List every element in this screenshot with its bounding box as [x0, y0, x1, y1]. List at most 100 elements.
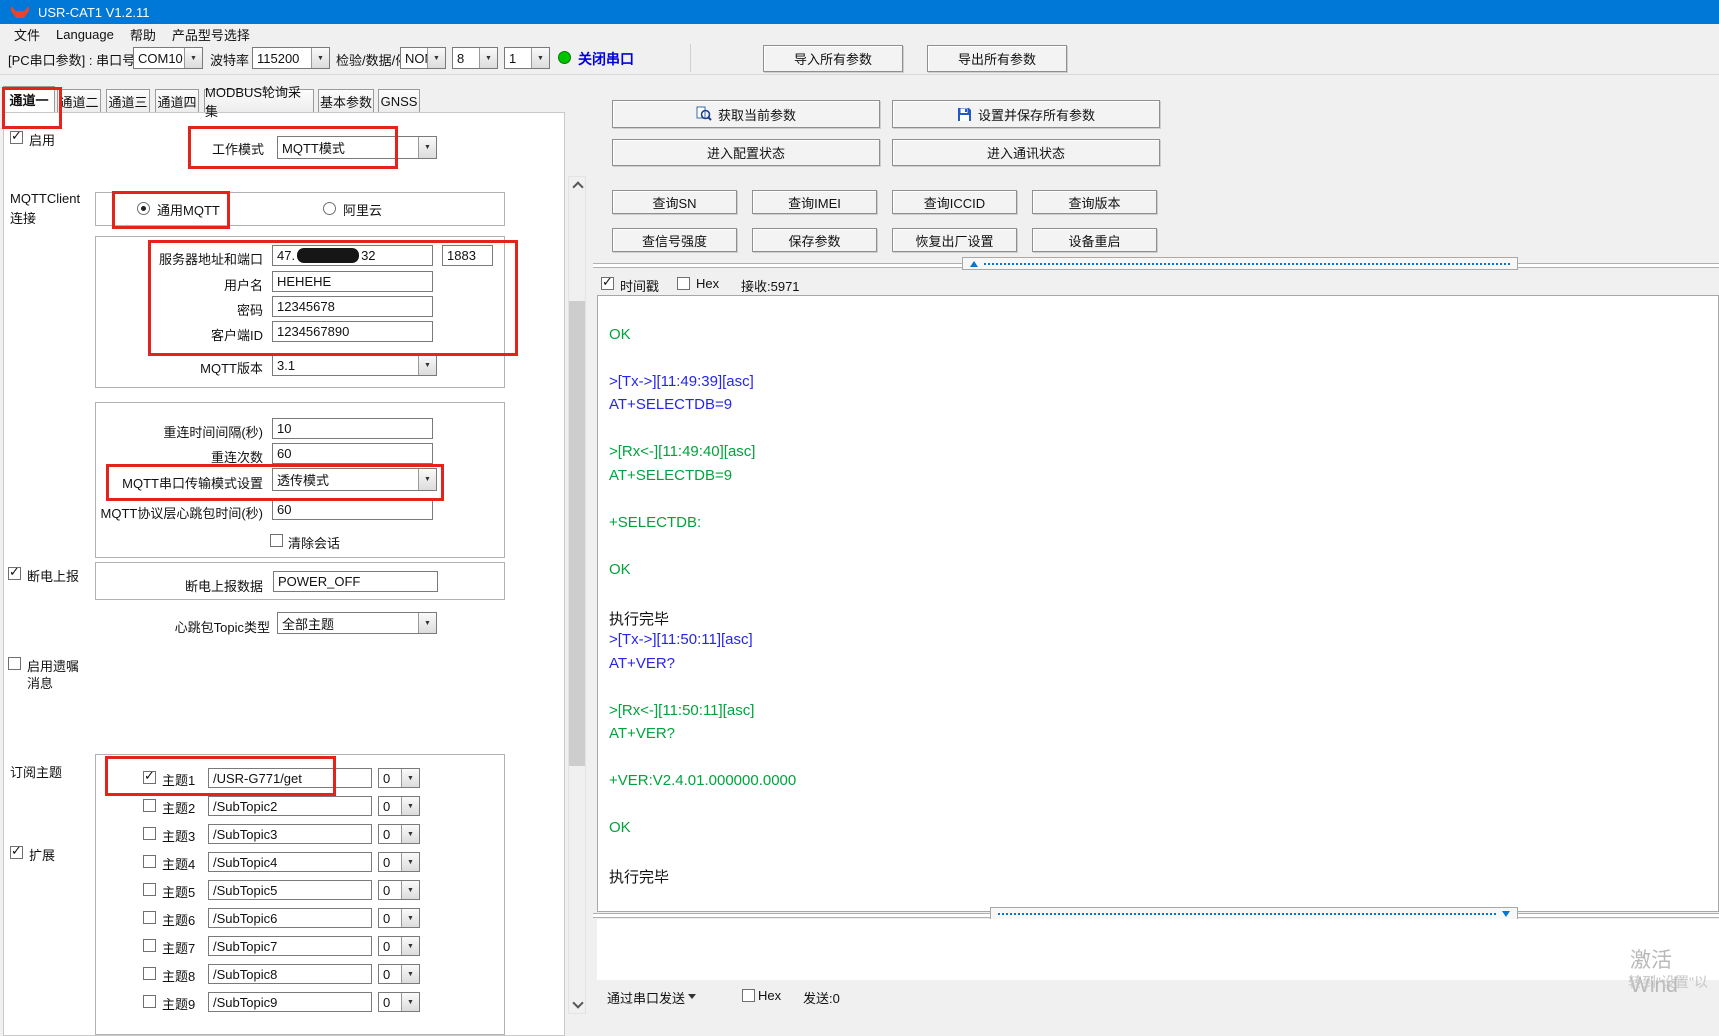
- app-logo-icon: [10, 5, 30, 20]
- username-input[interactable]: HEHEHE: [272, 271, 433, 292]
- databits-select[interactable]: 8▼: [452, 47, 498, 69]
- query-sn-button[interactable]: 查询SN: [612, 190, 737, 214]
- set-save-params-button[interactable]: 设置并保存所有参数: [892, 100, 1160, 128]
- baud-select[interactable]: 115200▼: [252, 47, 330, 69]
- enter-comm-button[interactable]: 进入通讯状态: [892, 139, 1160, 166]
- log-line: >[Rx<-][11:50:11][asc]: [609, 702, 1718, 726]
- scroll-down-icon[interactable]: [572, 997, 583, 1008]
- topic-qos-select[interactable]: 0▼: [378, 880, 420, 900]
- log-line: [609, 584, 1718, 608]
- topic-label: 主题5: [162, 882, 195, 901]
- topic-input[interactable]: /USR-G771/get: [208, 768, 372, 788]
- generic-mqtt-radio[interactable]: [137, 202, 150, 215]
- aliyun-radio[interactable]: [323, 202, 336, 215]
- topic-checkbox[interactable]: [143, 883, 156, 896]
- device-restart-button[interactable]: 设备重启: [1032, 228, 1157, 252]
- topic-input[interactable]: /SubTopic5: [208, 880, 372, 900]
- topic-qos-select[interactable]: 0▼: [378, 936, 420, 956]
- menu-product-model[interactable]: 产品型号选择: [164, 25, 258, 44]
- menu-file[interactable]: 文件: [6, 25, 48, 44]
- power-report-checkbox[interactable]: [8, 567, 21, 580]
- tab-1[interactable]: 通道一: [3, 86, 55, 112]
- factory-reset-button[interactable]: 恢复出厂设置: [892, 228, 1017, 252]
- left-panel-scrollbar[interactable]: [568, 176, 586, 1014]
- timestamp-checkbox[interactable]: [601, 277, 614, 290]
- menu-help[interactable]: 帮助: [122, 25, 164, 44]
- send-dropdown-arrow-icon[interactable]: [688, 994, 696, 999]
- topic-qos-select[interactable]: 0▼: [378, 796, 420, 816]
- topic-qos-select[interactable]: 0▼: [378, 852, 420, 872]
- topic-checkbox[interactable]: [143, 967, 156, 980]
- topic-input[interactable]: /SubTopic6: [208, 908, 372, 928]
- import-params-button[interactable]: 导入所有参数: [763, 45, 903, 72]
- timestamp-label: 时间戳: [620, 276, 659, 295]
- topic-checkbox[interactable]: [143, 995, 156, 1008]
- topic-input[interactable]: /SubTopic3: [208, 824, 372, 844]
- mqtt-version-select[interactable]: 3.1▼: [272, 354, 437, 376]
- scroll-up-icon[interactable]: [572, 181, 583, 192]
- tab-3[interactable]: 通道三: [106, 89, 150, 112]
- tab-4[interactable]: 通道四: [155, 89, 199, 112]
- send-hex-checkbox[interactable]: [742, 989, 755, 1002]
- topic-checkbox[interactable]: [143, 799, 156, 812]
- topic-qos-select[interactable]: 0▼: [378, 768, 420, 788]
- query-imei-button[interactable]: 查询IMEI: [752, 190, 877, 214]
- enable-checkbox[interactable]: [10, 131, 23, 144]
- parity-select[interactable]: NONI▼: [400, 47, 446, 69]
- top-splitter-handle[interactable]: [962, 257, 1518, 270]
- topic-input[interactable]: /SubTopic4: [208, 852, 372, 872]
- topic-checkbox[interactable]: [143, 827, 156, 840]
- query-iccid-button[interactable]: 查询ICCID: [892, 190, 1017, 214]
- send-input-area[interactable]: [597, 919, 1719, 980]
- heartbeat-topic-select[interactable]: 全部主题▼: [277, 612, 437, 634]
- get-params-button[interactable]: 获取当前参数: [612, 100, 880, 128]
- server-port-input[interactable]: 1883: [442, 245, 493, 266]
- tab-2[interactable]: 通道二: [57, 89, 101, 112]
- scrollbar-thumb[interactable]: [569, 301, 585, 766]
- close-port-button[interactable]: 关闭串口: [578, 49, 634, 69]
- query-signal-button[interactable]: 查信号强度: [612, 228, 737, 252]
- stopbits-select[interactable]: 1▼: [504, 47, 550, 69]
- client-id-input[interactable]: 1234567890: [272, 321, 433, 342]
- tab-6[interactable]: 基本参数: [318, 89, 374, 112]
- tab-7[interactable]: GNSS: [378, 89, 420, 112]
- topic-checkbox[interactable]: [143, 939, 156, 952]
- export-params-button[interactable]: 导出所有参数: [927, 45, 1067, 72]
- com-port-select[interactable]: COM10▼: [133, 47, 203, 69]
- send-via-serial-button[interactable]: 通过串口发送: [607, 988, 685, 1007]
- topic-qos-select[interactable]: 0▼: [378, 964, 420, 984]
- server-host-input[interactable]: 47.32: [272, 245, 433, 266]
- reconnect-interval-input[interactable]: 10: [272, 418, 433, 439]
- keepalive-input[interactable]: 60: [272, 499, 433, 520]
- query-version-button[interactable]: 查询版本: [1032, 190, 1157, 214]
- topic-qos-select[interactable]: 0▼: [378, 992, 420, 1012]
- work-mode-select[interactable]: MQTT模式▼: [277, 136, 437, 159]
- reconnect-times-input[interactable]: 60: [272, 443, 433, 464]
- log-output-area[interactable]: OK >[Tx->][11:49:39][asc]AT+SELECTDB=9 >…: [597, 295, 1719, 912]
- app-window: USR-CAT1 V1.2.11 文件 Language 帮助 产品型号选择 […: [0, 0, 1719, 1036]
- enter-config-button[interactable]: 进入配置状态: [612, 139, 880, 166]
- sent-count: 发送:0: [803, 988, 840, 1007]
- topic-input[interactable]: /SubTopic2: [208, 796, 372, 816]
- menu-language[interactable]: Language: [48, 27, 122, 42]
- transfer-mode-select[interactable]: 透传模式▼: [272, 468, 437, 491]
- clean-session-checkbox[interactable]: [270, 534, 283, 547]
- save-params-button[interactable]: 保存参数: [752, 228, 877, 252]
- topic-qos-select[interactable]: 0▼: [378, 908, 420, 928]
- topic-checkbox[interactable]: [143, 771, 156, 784]
- will-message-checkbox[interactable]: [8, 657, 21, 670]
- topic-input[interactable]: /SubTopic8: [208, 964, 372, 984]
- topic-checkbox[interactable]: [143, 855, 156, 868]
- extend-checkbox[interactable]: [10, 846, 23, 859]
- chevron-down-icon: ▼: [418, 469, 436, 490]
- topic-qos-select[interactable]: 0▼: [378, 824, 420, 844]
- topic-input[interactable]: /SubTopic9: [208, 992, 372, 1012]
- power-report-data-input[interactable]: POWER_OFF: [273, 571, 438, 592]
- tab-5[interactable]: MODBUS轮询采集: [204, 89, 314, 112]
- recv-count: 接收:5971: [741, 276, 800, 295]
- topic-input[interactable]: /SubTopic7: [208, 936, 372, 956]
- recv-hex-checkbox[interactable]: [677, 277, 690, 290]
- password-input[interactable]: 12345678: [272, 296, 433, 317]
- topic-checkbox[interactable]: [143, 911, 156, 924]
- log-line: [609, 537, 1718, 561]
